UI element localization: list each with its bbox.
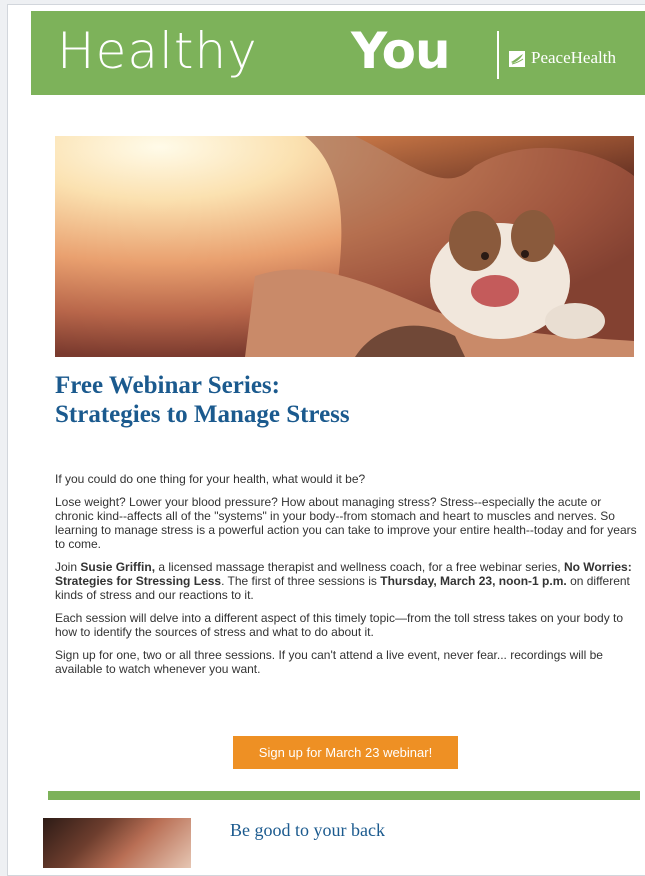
back-article-thumbnail[interactable]: [43, 818, 191, 868]
p3-text-c: . The first of three sessions is: [221, 574, 381, 588]
header-banner: Healthy You PeaceHealth: [31, 11, 645, 95]
logo-you-text: You: [351, 22, 451, 80]
logo-healthy-text: Healthy: [57, 22, 258, 80]
p3-text-a: Join: [55, 560, 81, 574]
signup-webinar-button[interactable]: Sign up for March 23 webinar!: [233, 736, 458, 769]
back-article-title-link[interactable]: Be good to your back: [230, 820, 385, 841]
paragraph-1: If you could do one thing for your healt…: [55, 472, 366, 486]
hero-image: [55, 136, 634, 357]
presenter-name: Susie Griffin,: [80, 560, 156, 574]
heading-line-2: Strategies to Manage Stress: [55, 401, 350, 428]
paragraph-2: Lose weight? Lower your blood pressure? …: [55, 495, 637, 551]
article-heading: Free Webinar Series: Strategies to Manag…: [55, 371, 615, 429]
paragraph-5: Sign up for one, two or all three sessio…: [55, 648, 603, 676]
logo-separator: [497, 31, 499, 79]
session-date: Thursday, March 23, noon-1 p.m.: [380, 574, 567, 588]
p3-text-b: a licensed massage therapist and wellnes…: [155, 560, 564, 574]
article-body: If you could do one thing for your healt…: [55, 472, 638, 685]
paragraph-3: Join Susie Griffin, a licensed massage t…: [55, 560, 638, 602]
peacehealth-dove-icon: [509, 51, 525, 67]
woman-hugging-puppy-image: [55, 136, 634, 357]
brand-name: PeaceHealth: [531, 48, 616, 67]
paragraph-4: Each session will delve into a different…: [55, 611, 624, 639]
section-divider: [48, 791, 640, 800]
heading-line-1: Free Webinar Series:: [55, 372, 280, 399]
